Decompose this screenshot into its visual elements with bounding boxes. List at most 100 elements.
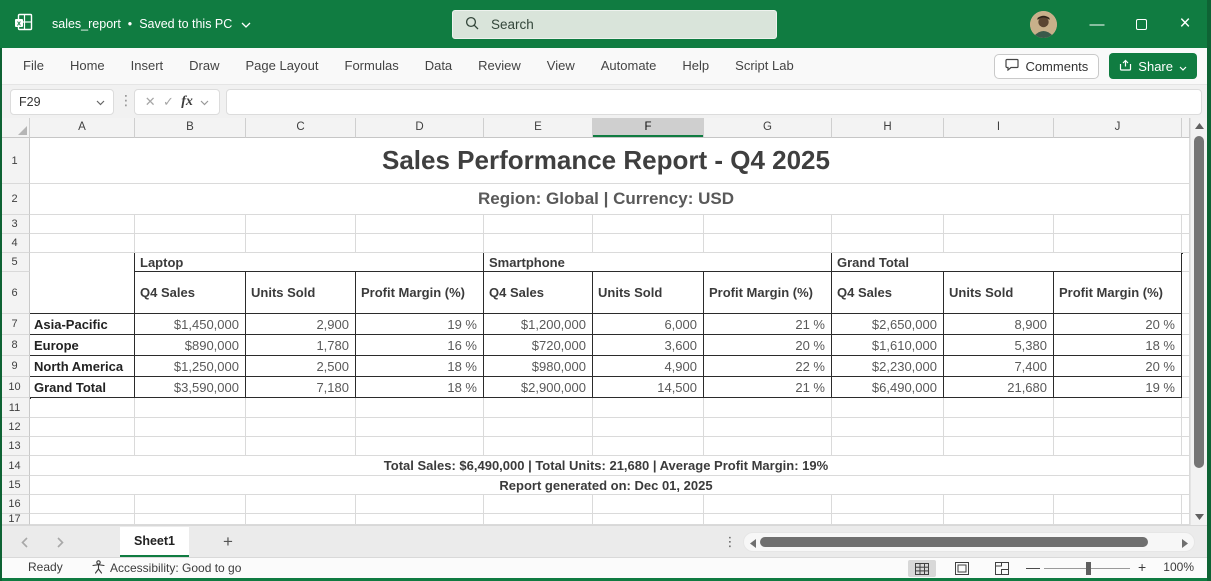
cancel-icon[interactable]: ✕	[145, 94, 156, 110]
column-header-I[interactable]: I	[944, 118, 1054, 138]
zoom-level[interactable]: 100%	[1152, 560, 1194, 574]
grid-cell-I12[interactable]	[944, 418, 1054, 437]
table-cell[interactable]: 7,180	[246, 377, 356, 398]
grid-cell-C12[interactable]	[246, 418, 356, 437]
table-cell[interactable]: 20 %	[1054, 314, 1182, 335]
scroll-down-icon[interactable]	[1191, 509, 1207, 525]
formula-input[interactable]	[226, 89, 1202, 115]
row-header-9[interactable]: 9	[0, 356, 30, 377]
grid-cell-F13[interactable]	[593, 437, 704, 456]
table-cell[interactable]: 19 %	[356, 314, 484, 335]
grid-cell-J3[interactable]	[1054, 215, 1182, 234]
grid-cell-E3[interactable]	[484, 215, 593, 234]
ribbon-tab-insert[interactable]: Insert	[118, 48, 177, 84]
page-break-preview-button[interactable]	[988, 560, 1016, 577]
merged-cell-row1[interactable]: Sales Performance Report - Q4 2025	[30, 138, 1182, 184]
grid-cell-F4[interactable]	[593, 234, 704, 253]
grid-cell-C3[interactable]	[246, 215, 356, 234]
table-cell[interactable]: $980,000	[484, 356, 593, 377]
insert-function-icon[interactable]: fx	[181, 94, 193, 110]
row-header-11[interactable]: 11	[0, 398, 30, 418]
table-cell[interactable]: 20 %	[1054, 356, 1182, 377]
table-cell[interactable]: $1,250,000	[135, 356, 246, 377]
grid-cell-H3[interactable]	[832, 215, 944, 234]
grid-cell-H17[interactable]	[832, 514, 944, 525]
table-cell[interactable]: 2,500	[246, 356, 356, 377]
grid-cell-J13[interactable]	[1054, 437, 1182, 456]
grid-cell-F17[interactable]	[593, 514, 704, 525]
grid-cell-G11[interactable]	[704, 398, 832, 418]
ribbon-tab-automate[interactable]: Automate	[588, 48, 670, 84]
column-header-H[interactable]: H	[832, 118, 944, 138]
column-header-E[interactable]: E	[484, 118, 593, 138]
grid-cell-J4[interactable]	[1054, 234, 1182, 253]
grid-cell-E13[interactable]	[484, 437, 593, 456]
grid-cell-H11[interactable]	[832, 398, 944, 418]
select-all-corner[interactable]	[0, 118, 30, 138]
ribbon-tab-draw[interactable]: Draw	[176, 48, 232, 84]
column-header-J[interactable]: J	[1054, 118, 1182, 138]
grid-cell-A17[interactable]	[30, 514, 135, 525]
grid-cell-B13[interactable]	[135, 437, 246, 456]
table-cell[interactable]: 6,000	[593, 314, 704, 335]
grid-cell-A16[interactable]	[30, 495, 135, 514]
minimize-button[interactable]: —	[1075, 0, 1119, 48]
column-header-A[interactable]: A	[30, 118, 135, 138]
ribbon-tab-home[interactable]: Home	[57, 48, 118, 84]
table-cell[interactable]: 18 %	[1054, 335, 1182, 356]
row-header-13[interactable]: 13	[0, 437, 30, 456]
scroll-right-icon[interactable]	[1178, 536, 1192, 550]
grid-cell-I16[interactable]	[944, 495, 1054, 514]
name-box[interactable]: F29	[10, 89, 114, 115]
grid-cell-I11[interactable]	[944, 398, 1054, 418]
row-header-8[interactable]: 8	[0, 335, 30, 356]
table-cell[interactable]: 22 %	[704, 356, 832, 377]
merged-cell-row2[interactable]: Region: Global | Currency: USD	[30, 184, 1182, 215]
table-cell[interactable]: $1,610,000	[832, 335, 944, 356]
row-header-2[interactable]: 2	[0, 184, 30, 215]
grid-cell-C4[interactable]	[246, 234, 356, 253]
ribbon-tab-page-layout[interactable]: Page Layout	[233, 48, 332, 84]
grid-cell-C16[interactable]	[246, 495, 356, 514]
grid-cell-A12[interactable]	[30, 418, 135, 437]
grid-cell-D13[interactable]	[356, 437, 484, 456]
ribbon-tab-file[interactable]: File	[10, 48, 57, 84]
ribbon-tab-script-lab[interactable]: Script Lab	[722, 48, 807, 84]
row-header-5[interactable]: 5	[0, 253, 30, 272]
table-cell[interactable]: 8,900	[944, 314, 1054, 335]
grid-cell-D17[interactable]	[356, 514, 484, 525]
zoom-slider-thumb[interactable]	[1086, 562, 1091, 575]
column-header-F[interactable]: F	[593, 118, 704, 138]
table-cell[interactable]: $3,590,000	[135, 377, 246, 398]
row-header-1[interactable]: 1	[0, 138, 30, 184]
table-cell[interactable]: $890,000	[135, 335, 246, 356]
ribbon-tab-data[interactable]: Data	[412, 48, 465, 84]
grid-cell-J12[interactable]	[1054, 418, 1182, 437]
table-cell[interactable]: $1,200,000	[484, 314, 593, 335]
scroll-up-icon[interactable]	[1191, 118, 1207, 134]
merged-cell-row14[interactable]: Total Sales: $6,490,000 | Total Units: 2…	[30, 456, 1182, 476]
table-cell[interactable]: 5,380	[944, 335, 1054, 356]
grid-cell-F16[interactable]	[593, 495, 704, 514]
grid-cell-J11[interactable]	[1054, 398, 1182, 418]
horizontal-scrollbar[interactable]	[743, 532, 1195, 552]
profile-avatar[interactable]	[1030, 11, 1057, 38]
grid-cell-G12[interactable]	[704, 418, 832, 437]
grid-cell-H4[interactable]	[832, 234, 944, 253]
ribbon-tab-formulas[interactable]: Formulas	[332, 48, 412, 84]
table-cell[interactable]: 4,900	[593, 356, 704, 377]
table-cell[interactable]: 21,680	[944, 377, 1054, 398]
row-header-10[interactable]: 10	[0, 377, 30, 398]
maximize-button[interactable]	[1119, 0, 1163, 48]
zoom-out-button[interactable]: —	[1026, 559, 1040, 575]
normal-view-button[interactable]	[908, 560, 936, 577]
zoom-in-button[interactable]: +	[1138, 559, 1146, 575]
table-cell[interactable]: $1,450,000	[135, 314, 246, 335]
grid-cell-B11[interactable]	[135, 398, 246, 418]
formula-bar-more-icon[interactable]: ⋮	[119, 92, 133, 109]
grid-cell-J16[interactable]	[1054, 495, 1182, 514]
column-header-D[interactable]: D	[356, 118, 484, 138]
grid-cell-H12[interactable]	[832, 418, 944, 437]
grid-cell-F12[interactable]	[593, 418, 704, 437]
accessibility-status[interactable]: Accessibility: Good to go	[92, 558, 241, 578]
